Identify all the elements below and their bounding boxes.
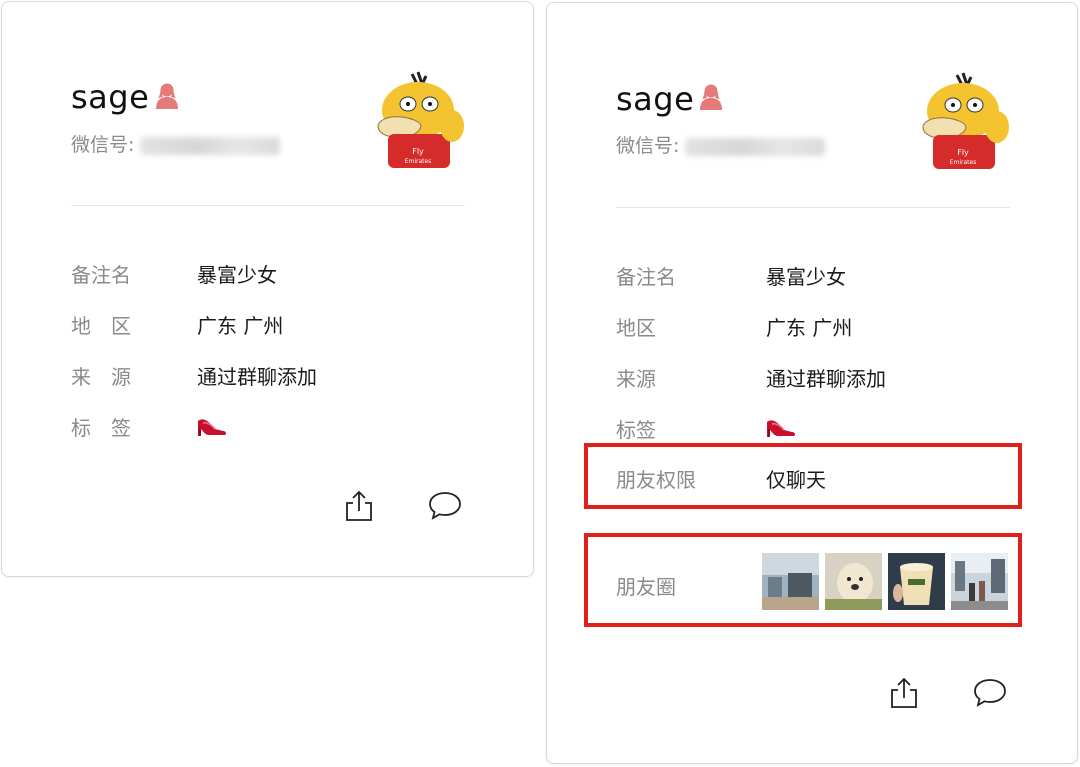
moments-photo-1[interactable]: [762, 553, 819, 610]
wechat-id: 微信号:: [71, 130, 281, 157]
contact-name: sage: [616, 80, 695, 118]
share-icon[interactable]: [887, 676, 921, 710]
high-heel-icon[interactable]: [195, 407, 229, 437]
moments-photo-2[interactable]: [825, 553, 882, 610]
high-heel-icon[interactable]: [764, 408, 798, 438]
share-icon[interactable]: [342, 489, 376, 523]
header-divider: [71, 205, 465, 206]
header-divider: [616, 207, 1010, 208]
tag-label: 标 签: [71, 416, 131, 440]
source-label: 来源: [616, 367, 656, 391]
wechat-id: 微信号:: [616, 131, 826, 158]
contact-name: sage: [71, 78, 150, 116]
wechat-id-label: 微信号:: [71, 134, 135, 156]
remark-label: 备注名: [616, 265, 676, 289]
remark-value[interactable]: 暴富少女: [197, 259, 277, 288]
region-label: 地区: [616, 316, 656, 340]
region-label: 地 区: [71, 314, 131, 338]
psyduck-avatar[interactable]: Fly Emirates: [913, 71, 1013, 171]
friend-permission-value[interactable]: 仅聊天: [766, 464, 826, 493]
svg-text:Emirates: Emirates: [405, 158, 432, 165]
svg-text:Emirates: Emirates: [950, 159, 977, 166]
chat-bubble-icon[interactable]: [973, 676, 1007, 710]
wechat-id-value-blurred: [685, 137, 826, 156]
remark-value[interactable]: 暴富少女: [766, 261, 846, 290]
chat-bubble-icon[interactable]: [428, 489, 462, 523]
wechat-id-value-blurred: [140, 136, 281, 155]
moments-photo-3[interactable]: [888, 553, 945, 610]
source-value: 通过群聊添加: [197, 365, 317, 389]
source-label: 来 源: [71, 365, 131, 389]
remark-label: 备注名: [71, 263, 131, 287]
contact-card-right: sage 微信号: Fly Emirates 备注名 暴富少女 地区 广东 广州…: [546, 2, 1078, 764]
wechat-id-label: 微信号:: [616, 135, 680, 157]
contact-card-left: sage 微信号: Fly Emirates 备注名 暴富少女 地 区 广东 广…: [1, 1, 534, 577]
svg-text:Fly: Fly: [957, 148, 969, 157]
source-value: 通过群聊添加: [766, 367, 886, 391]
friend-permission-label: 朋友权限: [616, 468, 696, 492]
region-value: 广东 广州: [197, 314, 284, 338]
moments-photo-4[interactable]: [951, 553, 1008, 610]
svg-text:Fly: Fly: [412, 147, 424, 156]
female-user-icon: [156, 83, 178, 109]
psyduck-avatar[interactable]: Fly Emirates: [368, 70, 468, 170]
region-value: 广东 广州: [766, 316, 853, 340]
tag-label: 标签: [616, 418, 656, 442]
moments-label: 朋友圈: [616, 575, 676, 599]
female-user-icon: [700, 84, 722, 110]
